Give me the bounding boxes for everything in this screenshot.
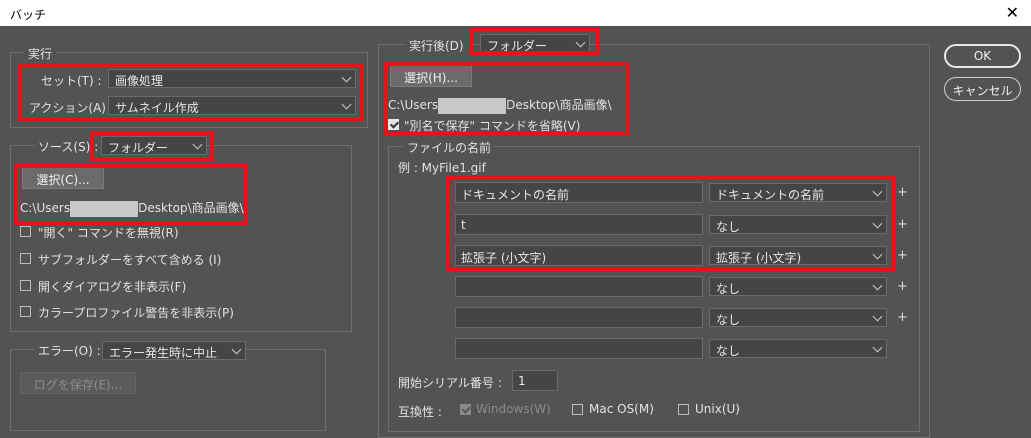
chevron-down-icon [231, 344, 242, 355]
naming-select-4-value: なし [716, 282, 741, 296]
ok-button[interactable]: OK [944, 44, 1021, 68]
suppress-color-warning-label[interactable]: カラープロファイル警告を非表示(P) [38, 304, 234, 321]
naming-select-5-value: なし [716, 313, 741, 327]
compat-unix-label[interactable]: Unix(U) [695, 402, 740, 416]
naming-select-6-value: なし [716, 344, 741, 358]
chevron-down-icon [872, 311, 883, 322]
compat-mac-checkbox[interactable] [572, 404, 583, 415]
compatibility-label: 互換性 : [398, 405, 442, 419]
add-naming-row-3-button[interactable]: + [897, 248, 908, 263]
suppress-color-warning-checkbox[interactable] [20, 306, 31, 317]
serial-number-input[interactable]: 1 [512, 370, 558, 391]
override-open-label[interactable]: "開く" コマンドを無視(R) [38, 224, 179, 241]
chevron-down-icon [872, 342, 883, 353]
naming-text-4[interactable] [455, 276, 703, 297]
save-log-button[interactable]: ログを保存(E)... [20, 372, 136, 394]
errors-label: エラー(O) : [34, 342, 105, 359]
title-bar: バッチ ✕ [0, 0, 1031, 26]
close-icon[interactable]: ✕ [1006, 3, 1019, 22]
file-naming-legend: ファイルの名前 [403, 139, 496, 156]
compat-unix-checkbox[interactable] [678, 404, 689, 415]
add-naming-row-5-button[interactable]: + [897, 310, 908, 325]
include-subfolders-checkbox[interactable] [20, 253, 31, 264]
compat-mac-label[interactable]: Mac OS(M) [589, 402, 654, 416]
add-naming-row-1-button[interactable]: + [897, 185, 908, 200]
naming-text-5[interactable] [455, 307, 703, 328]
errors-select-value: エラー発生時に中止 [109, 346, 218, 360]
highlight-naming-rows [446, 176, 895, 271]
suppress-open-dialog-checkbox[interactable] [20, 280, 31, 291]
highlight-play-settings [18, 64, 364, 121]
serial-number-label: 開始シリアル番号 : [398, 376, 502, 390]
compat-windows-label[interactable]: Windows(W) [476, 402, 551, 416]
highlight-source-path [14, 164, 248, 225]
window-title: バッチ [10, 8, 47, 22]
chevron-down-icon [872, 280, 883, 291]
naming-text-6[interactable] [455, 338, 703, 359]
add-naming-row-2-button[interactable]: + [897, 217, 908, 232]
naming-select-6[interactable]: なし [709, 339, 887, 358]
highlight-destination-path [384, 62, 629, 136]
naming-select-4[interactable]: なし [709, 277, 887, 296]
override-open-checkbox[interactable] [20, 226, 31, 237]
cancel-button[interactable]: キャンセル [944, 77, 1021, 101]
errors-select[interactable]: エラー発生時に中止 [102, 341, 246, 360]
file-naming-example: 例 : MyFile1.gif [398, 161, 486, 175]
play-legend: 実行 [24, 45, 57, 62]
compat-windows-checkbox[interactable] [460, 404, 471, 415]
include-subfolders-label[interactable]: サブフォルダーをすべて含める (I) [38, 251, 221, 268]
add-naming-row-4-button[interactable]: + [897, 279, 908, 294]
naming-select-5[interactable]: なし [709, 308, 887, 327]
highlight-destination-select [469, 28, 600, 55]
destination-label: 実行後(D) [405, 37, 468, 54]
highlight-source-select [90, 131, 214, 161]
suppress-open-dialog-label[interactable]: 開くダイアログを非表示(F) [38, 278, 186, 295]
